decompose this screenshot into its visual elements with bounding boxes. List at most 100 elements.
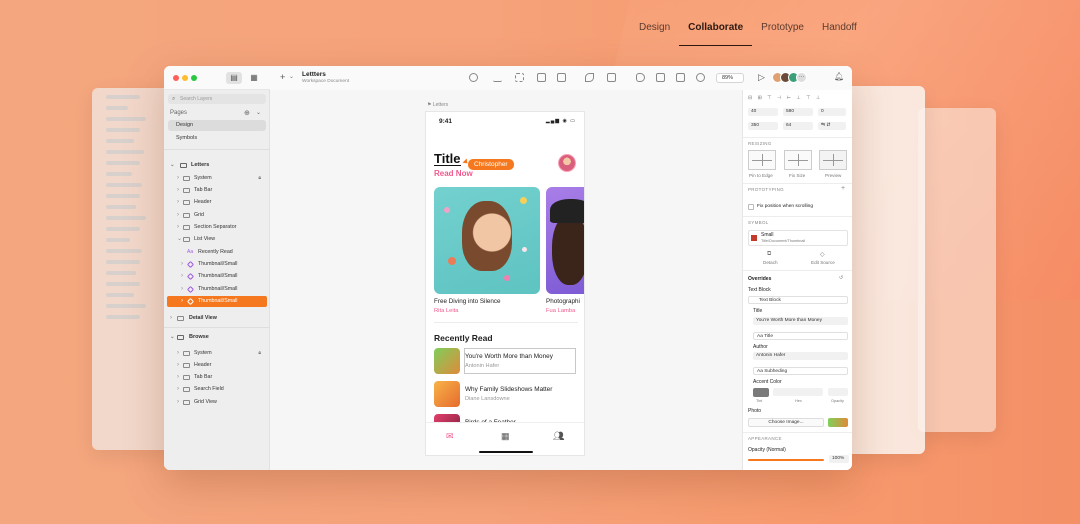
union-icon[interactable] [636, 73, 645, 82]
nav-design[interactable]: Design [630, 22, 679, 46]
author-style-select[interactable]: Aa Subheding [753, 367, 848, 375]
width-field[interactable]: 350 [748, 122, 778, 130]
page-design[interactable]: Design [168, 120, 266, 131]
photo-label: Photo [748, 408, 762, 414]
layer-item[interactable]: › Header [167, 360, 267, 371]
layer-item-symbol[interactable]: › Thumbnail/Small [167, 284, 267, 295]
symbol-swatch [751, 235, 757, 241]
list-item[interactable]: Why Family Slideshows Matter Diane Lansd… [434, 381, 584, 409]
layer-item[interactable]: › Header [167, 197, 267, 208]
overrides-heading: Overrides [748, 276, 772, 282]
pin-to-edge-option[interactable] [748, 150, 776, 170]
nav-handoff[interactable]: Handoff [813, 22, 866, 46]
play-icon[interactable]: ▷ [758, 72, 765, 83]
more-collaborators-icon[interactable]: ··· [796, 72, 807, 83]
alignment-icons[interactable]: ⊟ ⊞ ⊤ ⊣ ⊢ ⊥ ⊤ ⊥ [748, 95, 822, 101]
insert-plus-icon[interactable]: + [280, 72, 285, 82]
add-page-icon[interactable]: ⊕ [244, 109, 250, 117]
title-override-input[interactable]: You're Worth More than Money [753, 317, 848, 325]
card-title[interactable]: Free Diving into Silence [434, 298, 501, 305]
y-field[interactable]: 580 [783, 108, 813, 116]
edit-source-button[interactable]: Edit Source [811, 260, 835, 265]
chevron-down-icon[interactable]: ⌄ [289, 73, 294, 80]
card-title[interactable]: Photographi [546, 298, 580, 305]
layer-group-browse[interactable]: ⌄ Browse [167, 332, 267, 343]
card-image[interactable] [546, 187, 584, 294]
layer-item[interactable]: › Tab Bar [167, 372, 267, 383]
canvas[interactable]: ⚑ Letters 9:41 ▂▄▆ ◉ ▭ Title Read Now Ch… [270, 90, 742, 470]
artboard-phone[interactable]: 9:41 ▂▄▆ ◉ ▭ Title Read Now Christopher … [425, 111, 585, 456]
layer-item[interactable]: › Grid View [167, 397, 267, 408]
edit-source-icon[interactable]: ◇ [820, 251, 825, 258]
opacity-label[interactable]: Opacity (Normal) [748, 447, 786, 453]
layer-item[interactable]: ⌄ List View [167, 234, 267, 245]
search-layers-input[interactable]: ⌕ Search Layers [168, 94, 266, 104]
layer-item[interactable]: › System 🔒︎ [167, 348, 267, 359]
read-now-label[interactable]: Read Now [434, 169, 473, 178]
layer-item-symbol[interactable]: › Thumbnail/Small [167, 271, 267, 282]
edit-icon[interactable] [585, 73, 594, 82]
opacity-value[interactable]: 100% [829, 455, 849, 463]
layer-item[interactable]: › Tab Bar [167, 185, 267, 196]
zoom-level-select[interactable]: 89% [716, 73, 744, 83]
title-style-select[interactable]: Aa Title [753, 332, 848, 340]
detach-button[interactable]: Detach [763, 260, 778, 265]
recently-read-heading[interactable]: Recently Read [434, 333, 493, 343]
x-field[interactable]: 40 [748, 108, 778, 116]
card-author[interactable]: Rita Leita [434, 308, 459, 314]
rotation-field[interactable]: 0 [818, 108, 846, 116]
transform-icon[interactable] [537, 73, 546, 82]
close-window-button[interactable] [173, 75, 179, 81]
layer-item[interactable]: › Section Separator [167, 222, 267, 233]
grid-tab-icon[interactable]: ▦ [501, 431, 510, 442]
height-field[interactable]: 64 [783, 122, 813, 130]
subtract-icon[interactable] [656, 73, 665, 82]
page-symbols[interactable]: Symbols [168, 133, 266, 144]
layer-item[interactable]: › System 🔒︎ [167, 173, 267, 184]
notification-bell-icon[interactable]: 🔔︎ [834, 72, 844, 81]
layer-group-letters[interactable]: ⌄ Letters [167, 160, 267, 171]
choose-image-button[interactable]: Choose Image... [748, 418, 824, 427]
layer-item-text[interactable]: Aa Recently Read [167, 247, 267, 258]
minimize-window-button[interactable] [182, 75, 188, 81]
selection-box [464, 348, 576, 374]
fix-position-checkbox[interactable] [748, 204, 754, 210]
layer-item[interactable]: › Search Field [167, 384, 267, 395]
photo-thumbnail[interactable] [828, 418, 848, 427]
artboard-label[interactable]: ⚑ Letters [427, 102, 448, 108]
layer-item[interactable]: › Grid [167, 210, 267, 221]
accent-color-swatch[interactable] [753, 388, 769, 397]
add-icon[interactable]: + [841, 185, 845, 192]
frame-icon[interactable] [607, 73, 616, 82]
card-image[interactable] [434, 187, 540, 294]
card-author[interactable]: Fua Lamba [546, 308, 575, 314]
zoom-window-button[interactable] [191, 75, 197, 81]
symbol-tool-icon[interactable] [469, 73, 478, 82]
fix-size-option[interactable] [784, 150, 812, 170]
align-top-icon[interactable] [493, 73, 502, 82]
flip-buttons[interactable]: ⇋ ⇵ [818, 122, 846, 130]
inbox-tab-icon[interactable]: ✉︎ [446, 431, 454, 442]
layer-item[interactable]: › Detail View [167, 313, 267, 324]
reset-overrides-icon[interactable]: ↺ [839, 275, 843, 281]
people-tab-icon[interactable]: 👥︎ [553, 431, 564, 442]
opacity-slider[interactable] [748, 459, 824, 461]
opacity-input[interactable] [828, 388, 848, 396]
intersect-icon[interactable] [676, 73, 685, 82]
layer-item-symbol[interactable]: › Thumbnail/Small [167, 259, 267, 270]
author-override-input[interactable]: Antonin Hafer [753, 352, 848, 360]
detach-icon[interactable]: ⧉ [767, 251, 771, 258]
difference-icon[interactable] [696, 73, 705, 82]
hex-input[interactable] [773, 388, 823, 396]
text-block-select[interactable]: Text Block [748, 296, 848, 304]
group-icon[interactable] [557, 73, 566, 82]
nav-prototype[interactable]: Prototype [752, 22, 813, 46]
components-panel-toggle-icon[interactable]: ▦ [246, 72, 262, 84]
profile-avatar[interactable] [558, 154, 576, 172]
chevron-down-icon[interactable]: ⌄ [256, 109, 261, 116]
layers-panel-toggle-icon[interactable]: ▤ [226, 72, 242, 84]
nav-collaborate[interactable]: Collaborate [679, 22, 753, 46]
layer-item-selected[interactable]: › Thumbnail/Small [167, 296, 267, 307]
artboard-title[interactable]: Title [434, 152, 461, 166]
align-middle-icon[interactable] [515, 73, 524, 82]
